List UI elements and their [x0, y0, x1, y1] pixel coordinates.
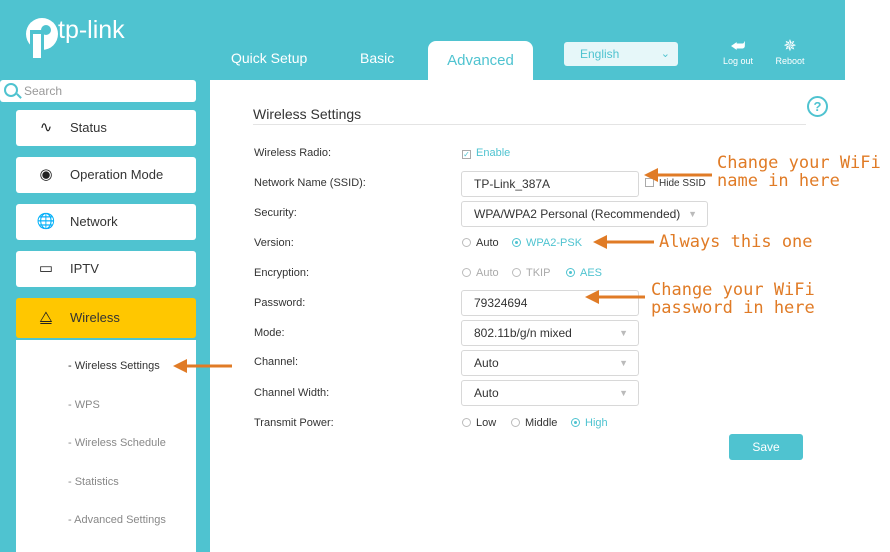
annotation-ssid-note: Change your WiFi name in here [717, 153, 881, 191]
arrowhead-ssid [644, 168, 658, 182]
arrowhead-wireless-settings [173, 359, 187, 373]
arrowhead-password [585, 290, 599, 304]
annotation-password-note: Change your WiFi password in here [651, 280, 815, 318]
annotation-arrows [173, 168, 712, 373]
annotation-version-note: Always this one [659, 232, 813, 252]
arrowhead-version [593, 235, 607, 249]
